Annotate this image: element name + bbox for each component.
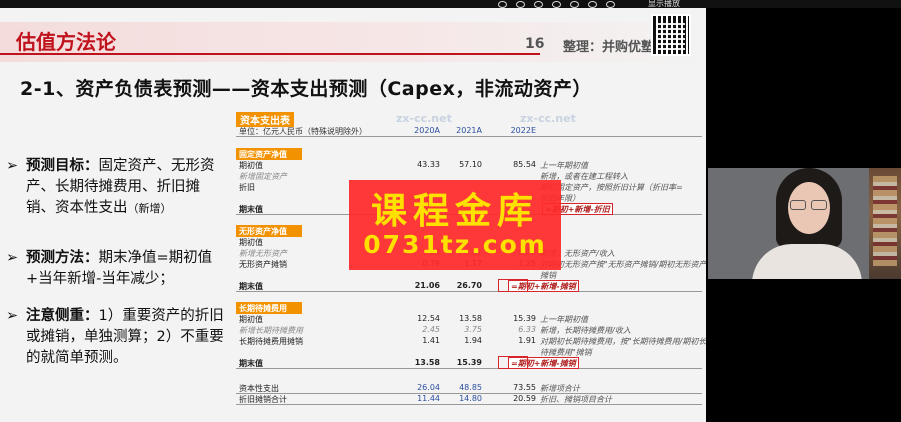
value-2021: 14.80 xyxy=(459,394,482,403)
bullet-method: ➢ 预测方法：期末净值=期初值+当年新增-当年减少； xyxy=(6,248,228,290)
year-2022-header: 2022E xyxy=(510,126,536,135)
value-2022: 1.91 xyxy=(518,336,536,345)
presentation-slide: 估值方法论 16 整理：并购优塾 2-1、资产负债表预测——资本支出预测（Cap… xyxy=(0,8,706,422)
webcam-video xyxy=(708,168,901,279)
summary-label: 折旧摊销合计 xyxy=(239,395,287,404)
highlight-box xyxy=(498,279,528,292)
value-2022: 73.55 xyxy=(513,383,536,392)
download-icon[interactable] xyxy=(570,0,579,8)
record-icon[interactable] xyxy=(588,0,597,8)
value-2021: 15.39 xyxy=(456,358,482,367)
row-label: 期末值 xyxy=(239,205,263,214)
value-2022: 6.33 xyxy=(518,325,536,334)
value-2021: 48.85 xyxy=(459,383,482,392)
watermark-banner: 课程金库 0731tz.com xyxy=(349,180,561,270)
year-2020-header: 2020A xyxy=(414,126,440,135)
ghost-watermark: zx-cc.net xyxy=(520,112,576,125)
value-2021: 1.94 xyxy=(464,336,482,345)
highlight-box xyxy=(498,356,528,369)
value-2020: 12.54 xyxy=(417,314,440,323)
value-2022: 15.39 xyxy=(513,314,536,323)
unit-label: 单位：亿元人民币（特殊说明除外） xyxy=(239,127,367,136)
presenter-body xyxy=(752,244,862,279)
value-2020: 26.04 xyxy=(417,383,440,392)
row-label: 期末值 xyxy=(239,359,263,368)
page-number: 16 xyxy=(525,36,545,52)
value-2020: 1.41 xyxy=(422,336,440,345)
year-2021-header: 2021A xyxy=(456,126,482,135)
rotate-icon[interactable] xyxy=(534,0,543,8)
bullet-key: 预测目标： xyxy=(26,158,99,174)
lock-icon[interactable] xyxy=(606,0,615,8)
slide-title: 估值方法论 xyxy=(16,30,116,54)
bullet-focus: ➢ 注意侧重：1）重要资产的折旧或摊销，单独测算；2）不重要的就简单预测。 xyxy=(6,306,228,369)
table-row: 期末值21.0626.7031.63=期初+新增-摊销 xyxy=(236,279,702,292)
summary-row: 折旧摊销合计 11.44 14.80 20.59 折旧、摊销项目合计 xyxy=(236,393,702,405)
watermark-line2: 0731tz.com xyxy=(363,230,547,259)
bullet-arrow-icon: ➢ xyxy=(6,308,19,324)
table-row: 期末值13.5815.3919.81=期初+新增-摊销 xyxy=(236,356,702,369)
value-2020: 2.45 xyxy=(422,325,440,334)
value-2021: 57.10 xyxy=(459,160,482,169)
value-2021: 13.58 xyxy=(459,314,482,323)
ghost-watermark: zx-cc.net xyxy=(396,112,452,125)
section-heading: 2-1、资产负债表预测——资本支出预测（Capex，非流动资产） xyxy=(20,78,592,100)
row-note: 折旧、摊销项目合计 xyxy=(540,395,612,404)
value-2020: 21.06 xyxy=(414,281,440,290)
value-2020: 11.44 xyxy=(417,394,440,403)
table-header-row: 单位：亿元人民币（特殊说明除外） 2020A 2021A 2022E xyxy=(236,125,702,137)
bullet-arrow-icon: ➢ xyxy=(6,158,19,174)
bookshelf xyxy=(869,168,901,279)
value-2020: 13.58 xyxy=(414,358,440,367)
table-title-row: 资本支出表 xyxy=(236,112,702,127)
bullet-note: （新增） xyxy=(127,202,172,215)
screen: 显示播放 估值方法论 16 整理：并购优塾 2-1、资产负债表预测——资本支出预… xyxy=(0,0,901,422)
bullet-key: 预测方法： xyxy=(26,250,99,266)
value-2022: 85.54 xyxy=(513,160,536,169)
zoom-in-icon[interactable] xyxy=(516,0,525,8)
watermark-line1: 课程金库 xyxy=(370,191,539,232)
top-toolbar: 显示播放 xyxy=(0,0,901,8)
zoom-out-icon[interactable] xyxy=(498,0,507,8)
value-2020: 43.33 xyxy=(417,160,440,169)
bullet-arrow-icon: ➢ xyxy=(6,250,19,266)
toolbar-icons xyxy=(498,0,615,8)
value-2022: 20.59 xyxy=(513,394,536,403)
bullet-key: 注意侧重： xyxy=(26,308,99,324)
qr-code-icon xyxy=(651,14,691,56)
row-label: 期末值 xyxy=(239,282,263,291)
bullet-target: ➢ 预测目标：固定资产、无形资产、长期待摊费用、折旧摊销、资本性支出（新增） xyxy=(6,156,228,219)
fit-icon[interactable] xyxy=(552,0,561,8)
slide-credit: 整理：并购优塾 xyxy=(563,40,655,55)
glasses-icon xyxy=(790,200,828,210)
value-2021: 26.70 xyxy=(456,281,482,290)
value-2021: 3.75 xyxy=(464,325,482,334)
